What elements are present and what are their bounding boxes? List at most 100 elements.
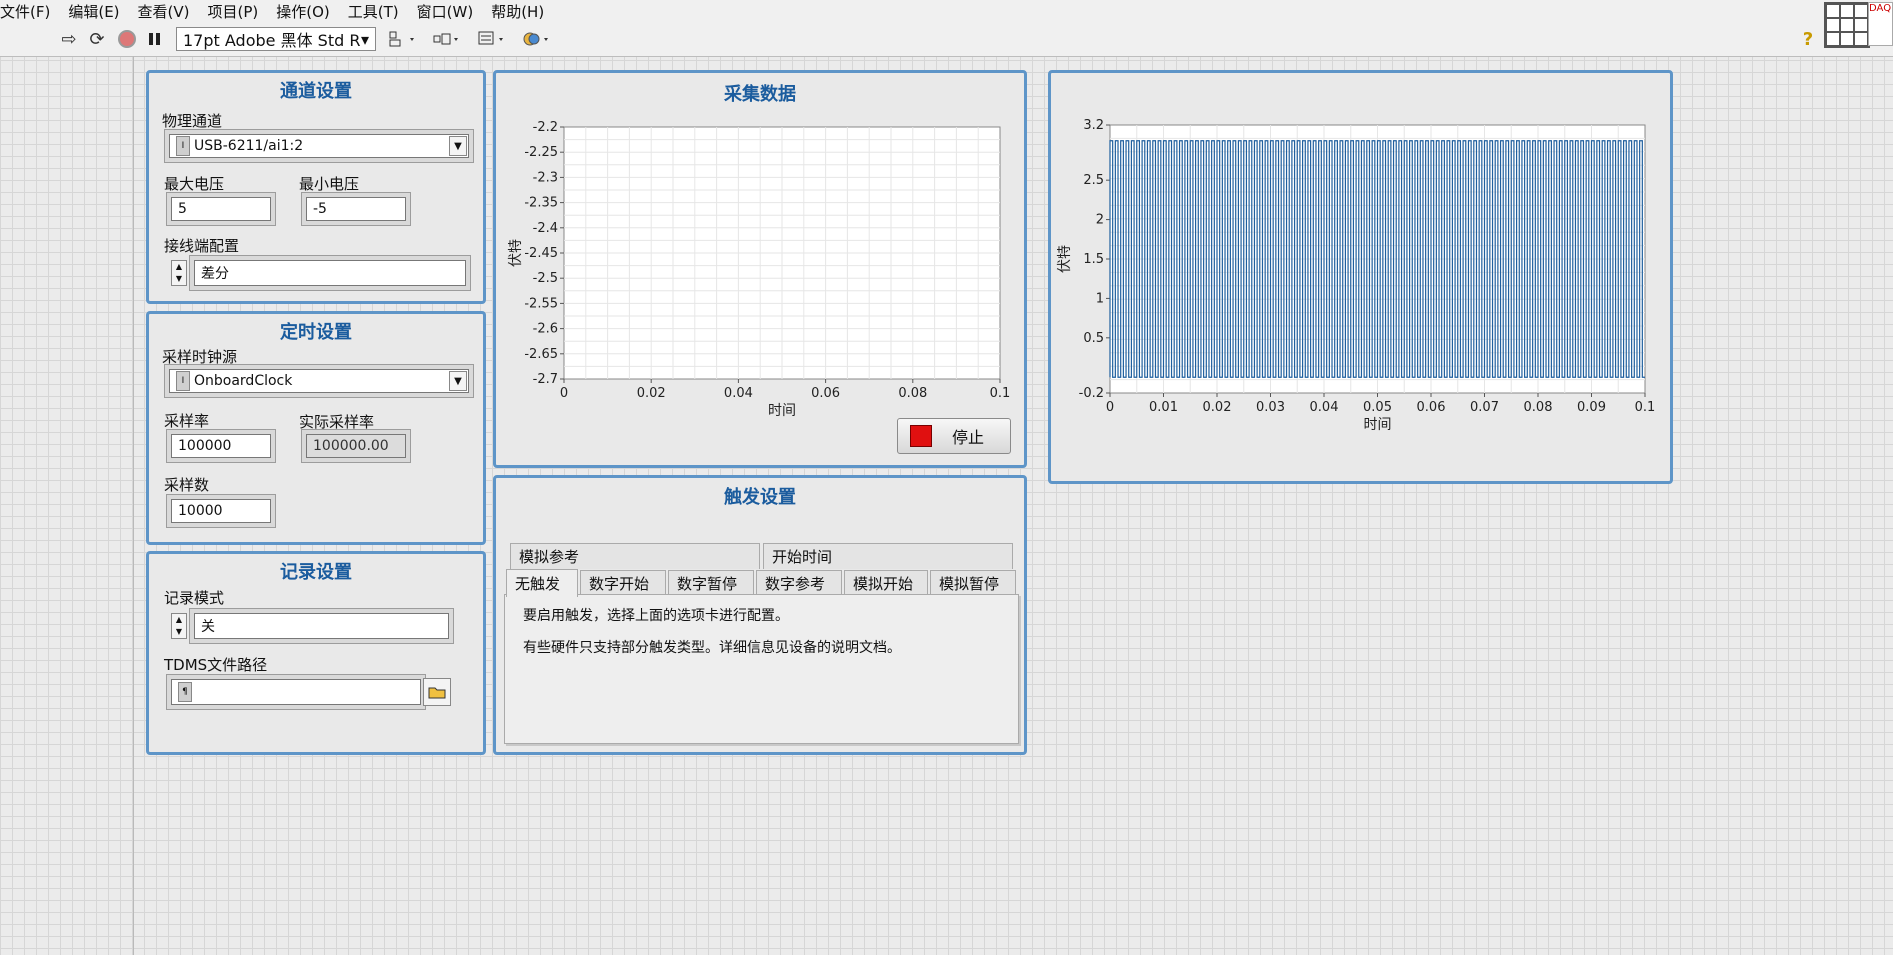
menu-help[interactable]: 帮助(H) <box>491 1 552 22</box>
logging-mode-field[interactable]: 关 <box>194 613 449 639</box>
distribute-objects-icon[interactable] <box>430 27 464 51</box>
max-voltage-value: 5 <box>178 201 187 217</box>
tab-no-trigger[interactable]: 无触发 <box>506 569 578 597</box>
rate-label: 采样率 <box>164 412 210 430</box>
terminal-config-field[interactable]: 差分 <box>194 260 466 286</box>
rate-field[interactable]: 100000 <box>171 434 271 458</box>
y-tick-label: 2.5 <box>1083 173 1104 188</box>
waveform-graph-panel: 0 0.01 0.02 0.03 0.04 0.05 0.06 0.07 0.08 0.09 0.1… <box>1048 70 1673 484</box>
x-tick-label: 0.09 <box>1577 400 1606 415</box>
vi-icon[interactable]: DAQ <box>1868 2 1893 46</box>
tab-digital-pause[interactable]: 数字暂停 <box>668 570 754 596</box>
x-tick-label: 0.02 <box>637 386 666 401</box>
y-tick-label: 2 <box>1096 213 1104 228</box>
logging-mode-stepper[interactable]: ▲ ▼ <box>171 613 187 639</box>
tab-start-time[interactable]: 开始时间 <box>763 543 1013 569</box>
actual-rate-indicator: 100000.00 <box>306 434 406 458</box>
panel-title: 记录设置 <box>280 562 352 583</box>
y-tick-label: 1.5 <box>1083 252 1104 267</box>
trigger-hint-line2: 有些硬件只支持部分触发类型。详细信息见设备的说明文档。 <box>523 640 901 656</box>
menu-bar: 文件(F) 编辑(E) 查看(V) 项目(P) 操作(O) 工具(T) 窗口(W… <box>0 0 1893 22</box>
menu-operate[interactable]: 操作(O) <box>276 1 338 22</box>
panel-title: 通道设置 <box>280 81 352 102</box>
terminal-config-value: 差分 <box>201 266 229 282</box>
stop-button[interactable]: 停止 <box>897 418 1011 454</box>
physical-channel-field[interactable]: I USB-6211/ai1:2 <box>169 134 469 158</box>
connector-pane-icon[interactable] <box>1824 2 1870 48</box>
acquired-data-graph[interactable]: 0 0.02 0.04 0.06 0.08 0.1 -2.2 -2.25 -2.3 -2.35 -2… <box>500 109 1020 429</box>
menu-file[interactable]: 文件(F) <box>0 1 58 22</box>
physical-channel-dropdown-icon[interactable]: ▼ <box>449 136 467 156</box>
menu-project[interactable]: 项目(P) <box>208 1 267 22</box>
x-tick-label: 0 <box>1106 400 1114 415</box>
toolbar: ⇨ ⟳ 17pt Adobe 黑体 Std R ▾ ? <box>0 22 1893 57</box>
y-tick-label: -2.55 <box>524 296 558 311</box>
panel-title: 触发设置 <box>724 487 796 508</box>
abort-icon[interactable] <box>114 27 140 51</box>
max-voltage-field[interactable]: 5 <box>171 197 271 221</box>
samples-value: 10000 <box>178 503 223 519</box>
menu-tools[interactable]: 工具(T) <box>348 1 407 22</box>
run-continuously-icon[interactable]: ⟳ <box>84 27 110 51</box>
panel-title: 采集数据 <box>724 84 796 105</box>
waveform-series-line <box>1109 140 1645 378</box>
logging-settings-panel: 记录设置 记录模式 ▲ ▼ 关 TDMS文件路径 ¶ <box>146 551 486 755</box>
y-tick-label: -2.25 <box>524 145 558 160</box>
io-name-icon: I <box>176 136 190 156</box>
tdms-path-field[interactable]: ¶ <box>171 679 421 705</box>
x-tick-label: 0.02 <box>1203 400 1232 415</box>
pause-icon[interactable] <box>142 27 168 51</box>
browse-folder-icon[interactable] <box>423 678 451 706</box>
y-tick-label: 3.2 <box>1083 118 1104 133</box>
physical-channel-value: USB-6211/ai1:2 <box>194 138 304 154</box>
min-voltage-field[interactable]: -5 <box>306 197 406 221</box>
y-tick-label: 0.5 <box>1083 331 1104 346</box>
resize-objects-icon[interactable] <box>475 27 509 51</box>
tab-analog-pause[interactable]: 模拟暂停 <box>930 570 1016 596</box>
samples-label: 采样数 <box>164 476 210 494</box>
tdms-path-label: TDMS文件路径 <box>164 656 268 674</box>
x-tick-label: 0.08 <box>898 386 927 401</box>
y-tick-label: -2.3 <box>533 170 558 185</box>
x-tick-label: 0.04 <box>1310 400 1339 415</box>
x-tick-label: 0.06 <box>811 386 840 401</box>
stop-led-icon <box>910 425 932 447</box>
clock-source-label: 采样时钟源 <box>162 348 238 366</box>
terminal-config-label: 接线端配置 <box>164 237 240 255</box>
align-objects-icon[interactable] <box>386 27 420 51</box>
menu-view[interactable]: 查看(V) <box>138 1 198 22</box>
context-help-icon[interactable]: ? <box>1795 27 1821 51</box>
y-tick-label: -2.35 <box>524 196 558 211</box>
waveform-graph[interactable]: 0 0.01 0.02 0.03 0.04 0.05 0.06 0.07 0.08 0.09 0.1… <box>1055 111 1665 431</box>
clock-source-dropdown-icon[interactable]: ▼ <box>449 371 467 391</box>
x-tick-label: 0.1 <box>990 386 1011 401</box>
physical-channel-label: 物理通道 <box>162 112 223 130</box>
tab-analog-start[interactable]: 模拟开始 <box>844 570 928 596</box>
clock-source-field[interactable]: I OnboardClock <box>169 369 469 393</box>
tab-digital-reference[interactable]: 数字参考 <box>756 570 842 596</box>
menu-edit[interactable]: 编辑(E) <box>68 1 127 22</box>
layout-guide <box>133 56 134 955</box>
menu-window[interactable]: 窗口(W) <box>417 1 482 22</box>
channel-settings-panel: 通道设置 物理通道 I USB-6211/ai1:2 ▼ 最大电压 5 最小电压… <box>146 70 486 304</box>
samples-field[interactable]: 10000 <box>171 499 271 523</box>
y-tick-label: -2.7 <box>533 372 558 387</box>
x-tick-label: 0.08 <box>1524 400 1553 415</box>
terminal-config-stepper[interactable]: ▲ ▼ <box>171 260 187 286</box>
y-tick-label: -0.2 <box>1079 386 1104 401</box>
chevron-down-icon: ▾ <box>360 29 369 49</box>
actual-rate-value: 100000.00 <box>313 438 389 454</box>
path-icon: ¶ <box>178 682 192 702</box>
acquire-data-panel: 采集数据 0 0.02 0.04 0.06 0.08 0.1 -2.2 -2.25 -2.3 -2… <box>493 70 1027 468</box>
min-voltage-value: -5 <box>313 201 327 217</box>
tab-digital-start[interactable]: 数字开始 <box>580 570 666 596</box>
font-selector[interactable]: 17pt Adobe 黑体 Std R ▾ <box>176 27 376 51</box>
reorder-icon[interactable] <box>520 27 554 51</box>
trigger-tab-content: 要启用触发，选择上面的选项卡进行配置。 有些硬件只支持部分触发类型。详细信息见设… <box>504 594 1019 744</box>
run-arrow-icon[interactable]: ⇨ <box>56 27 82 51</box>
tab-analog-reference[interactable]: 模拟参考 <box>510 543 760 569</box>
y-tick-label: -2.65 <box>524 347 558 362</box>
clock-source-value: OnboardClock <box>194 373 293 389</box>
actual-rate-label: 实际采样率 <box>299 413 375 431</box>
y-tick-label: -2.6 <box>533 322 558 337</box>
